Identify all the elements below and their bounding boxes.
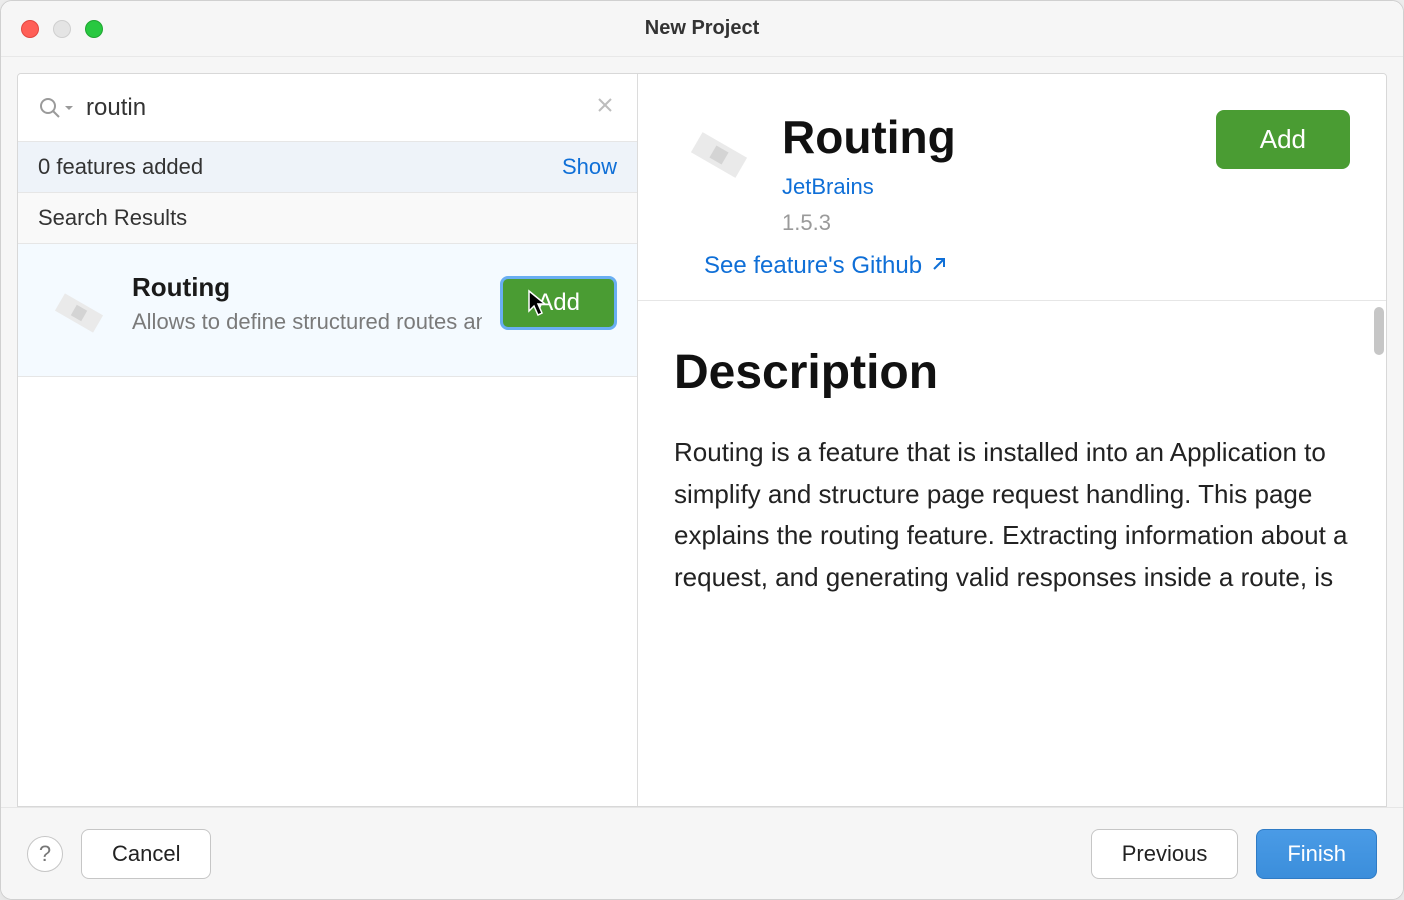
window-controls bbox=[21, 20, 103, 38]
vendor-link[interactable]: JetBrains bbox=[782, 174, 874, 200]
cancel-button[interactable]: Cancel bbox=[81, 829, 211, 879]
minimize-window-button[interactable] bbox=[53, 20, 71, 38]
detail-body[interactable]: Description Routing is a feature that is… bbox=[638, 301, 1386, 806]
add-feature-button-large[interactable]: Add bbox=[1216, 110, 1350, 169]
scrollbar-thumb[interactable] bbox=[1374, 307, 1384, 355]
features-panel: 0 features added Show Search Results bbox=[18, 74, 638, 806]
result-text: Routing Allows to define structured rout… bbox=[132, 272, 482, 335]
add-button-label: Add bbox=[537, 289, 580, 316]
github-link[interactable]: See feature's Github bbox=[704, 252, 946, 280]
features-added-label: 0 features added bbox=[38, 154, 203, 180]
search-row bbox=[18, 74, 637, 142]
previous-button[interactable]: Previous bbox=[1091, 829, 1239, 879]
plugin-icon bbox=[44, 278, 114, 348]
search-icon bbox=[38, 96, 74, 120]
search-results-header: Search Results bbox=[18, 193, 637, 244]
help-button[interactable]: ? bbox=[27, 836, 63, 872]
finish-button[interactable]: Finish bbox=[1256, 829, 1377, 879]
detail-header: Routing JetBrains 1.5.3 Add See feature'… bbox=[638, 74, 1386, 301]
show-link[interactable]: Show bbox=[562, 154, 617, 180]
result-title: Routing bbox=[132, 272, 482, 303]
dialog-body: 0 features added Show Search Results bbox=[1, 57, 1403, 807]
search-input[interactable] bbox=[86, 94, 593, 122]
description-heading: Description bbox=[674, 345, 1350, 400]
detail-title: Routing bbox=[782, 110, 1198, 164]
detail-meta: Routing JetBrains 1.5.3 bbox=[782, 110, 1198, 236]
clear-search-icon[interactable] bbox=[593, 92, 617, 123]
description-text: Routing is a feature that is installed i… bbox=[674, 432, 1350, 598]
content-area: 0 features added Show Search Results bbox=[17, 73, 1387, 807]
plugin-icon bbox=[674, 110, 764, 200]
features-added-row: 0 features added Show bbox=[18, 142, 637, 193]
result-description: Allows to define structured routes and a… bbox=[132, 309, 482, 335]
window-title: New Project bbox=[645, 17, 759, 40]
github-link-label: See feature's Github bbox=[704, 252, 922, 280]
detail-panel: Routing JetBrains 1.5.3 Add See feature'… bbox=[638, 74, 1386, 806]
close-window-button[interactable] bbox=[21, 20, 39, 38]
add-feature-button[interactable]: Add bbox=[500, 276, 617, 330]
feature-result-item[interactable]: Routing Allows to define structured rout… bbox=[18, 244, 637, 377]
detail-top-row: Routing JetBrains 1.5.3 Add bbox=[674, 110, 1350, 236]
titlebar: New Project bbox=[1, 1, 1403, 57]
maximize-window-button[interactable] bbox=[85, 20, 103, 38]
dialog-window: New Project bbox=[0, 0, 1404, 900]
detail-version: 1.5.3 bbox=[782, 210, 1198, 236]
dialog-footer: ? Cancel Previous Finish bbox=[1, 807, 1403, 899]
external-link-icon bbox=[930, 252, 946, 280]
